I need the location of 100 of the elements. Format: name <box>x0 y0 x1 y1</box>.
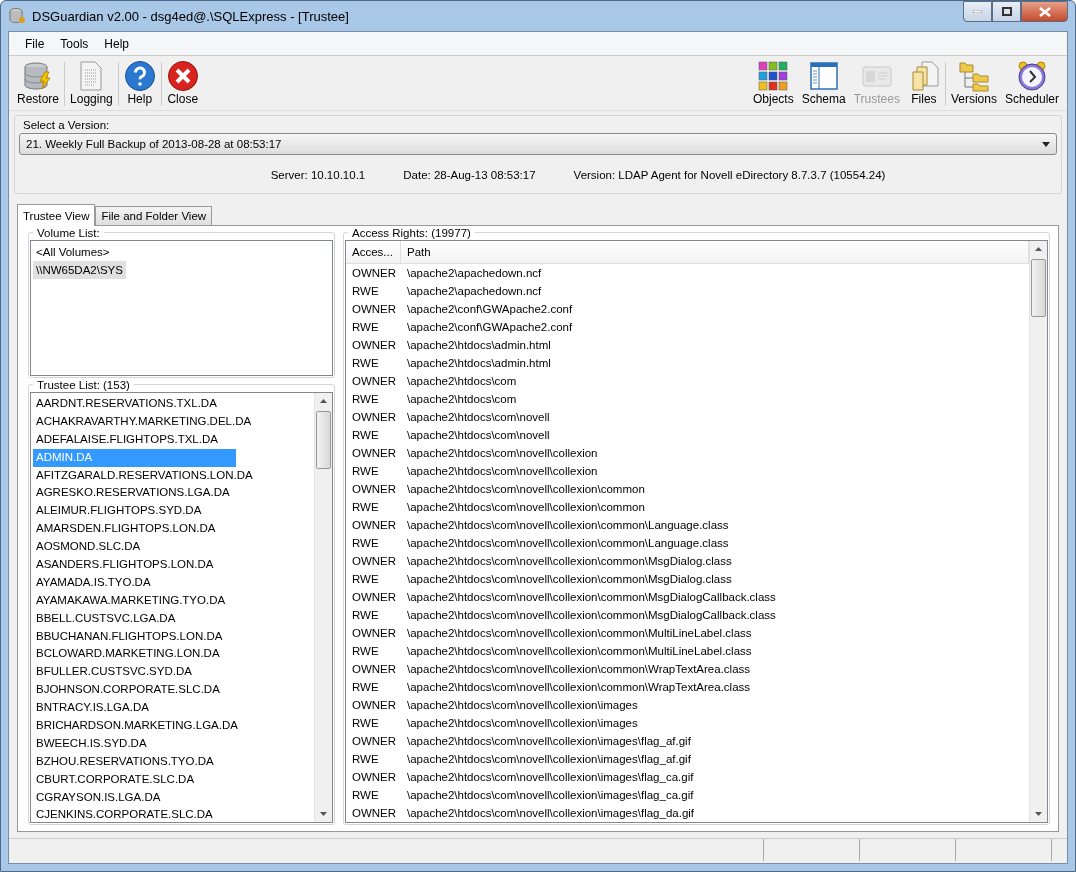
maximize-icon <box>1001 7 1012 16</box>
list-item[interactable]: BRICHARDSON.MARKETING.LGA.DA <box>33 717 241 735</box>
list-item[interactable]: <All Volumes> <box>33 243 113 261</box>
scroll-thumb[interactable] <box>316 411 331 469</box>
list-item[interactable]: BJOHNSON.CORPORATE.SLC.DA <box>33 681 236 700</box>
tab[interactable]: File and Folder View <box>95 206 213 225</box>
list-item[interactable]: BWEECH.IS.SYD.DA <box>33 734 236 753</box>
toolbar-button[interactable]: Versions <box>946 58 1001 110</box>
table-cell-text: \apache2\htdocs\com\novell\collexion\images\flag_ca.gif <box>406 770 695 785</box>
list-item[interactable]: BBUCHANAN.FLIGHTOPS.LON.DA <box>33 627 236 646</box>
table-cell-text: \apache2\htdocs\com\novell\collexion\common\MsgDialogCallback.class <box>406 590 777 605</box>
scrollbar[interactable] <box>314 393 332 822</box>
table-cell-text: \apache2\htdocs\com\novell\collexion\common <box>406 482 646 497</box>
table-cell-text: RWE <box>351 680 380 695</box>
alarm-clock-icon <box>1015 60 1048 92</box>
list-item[interactable]: ASANDERS.FLIGHTOPS.LON.DA <box>33 556 236 574</box>
toolbar-button[interactable]: Files <box>903 58 944 110</box>
version-label: Select a Version: <box>22 118 111 133</box>
toolbar-button[interactable]: Scheduler <box>1000 58 1063 110</box>
window-list-icon <box>807 60 840 92</box>
table-cell-text: OWNER <box>351 482 398 497</box>
menu-item[interactable]: Help <box>96 34 138 53</box>
table-cell-text: RWE <box>351 752 380 767</box>
group-label: Access Rights: (19977) <box>348 226 475 240</box>
folder-tree-icon <box>957 60 990 92</box>
maximize-button[interactable] <box>992 1 1021 22</box>
toolbar-button[interactable]: Help <box>119 58 160 110</box>
list-item[interactable]: CJENKINS.CORPORATE.SLC.DA <box>33 806 236 822</box>
table-cell-text: OWNER <box>351 518 398 533</box>
list-item[interactable]: AMARSDEN.FLIGHTOPS.LON.DA <box>33 520 236 539</box>
window-title: DSGuardian v2.00 - dsg4ed@.\SQLExpress - [Trustee] <box>32 8 349 24</box>
table-cell-text: OWNER <box>351 626 398 641</box>
list-item[interactable]: AFITZGARALD.RESERVATIONS.LON.DA <box>33 466 256 485</box>
toolbar-button[interactable]: Logging <box>66 58 117 110</box>
column-header[interactable]: Acces... <box>346 241 401 263</box>
list-item[interactable]: CBURT.CORPORATE.SLC.DA <box>33 770 236 789</box>
toolbar-button[interactable]: Objects <box>748 58 798 110</box>
table-cell-text: \apache2\htdocs\com\novell\collexion\common\MsgDialog.class <box>406 554 733 569</box>
table-cell-text: OWNER <box>351 266 398 281</box>
table-cell-text: \apache2\htdocs\com\novell\collexion\images <box>406 716 639 731</box>
list-item[interactable]: ACHAKRAVARTHY.MARKETING.DEL.DA <box>33 412 255 431</box>
table-cell-text: \apache2\apachedown.ncf <box>406 266 543 281</box>
menu-item[interactable]: File <box>17 34 53 53</box>
minimize-button[interactable] <box>963 1 992 22</box>
app-icon <box>8 7 26 25</box>
list-item[interactable]: AYAMADA.IS.TYO.DA <box>33 573 236 592</box>
table-cell-text: OWNER <box>351 338 398 353</box>
info-text: Version: LDAP Agent for Novell eDirectory 8.7.3.7 (10554.24) <box>573 169 886 181</box>
table-cell-text: \apache2\htdocs\com <box>406 374 518 389</box>
table-cell-text: \apache2\conf\GWApache2.conf <box>406 302 574 317</box>
toolbar-button[interactable]: Restore <box>13 58 64 110</box>
scroll-down-icon[interactable] <box>320 812 327 816</box>
minimize-icon <box>973 10 982 13</box>
scroll-up-icon[interactable] <box>1035 247 1042 251</box>
table-cell-text: \apache2\htdocs\admin.html <box>406 338 552 353</box>
scroll-down-icon[interactable] <box>1035 812 1042 816</box>
table-cell-text: \apache2\htdocs\com\novell\collexion\common\MsgDialog.class <box>406 572 733 587</box>
list-item[interactable]: ALEIMUR.FLIGHTOPS.SYD.DA <box>33 502 236 521</box>
list-item[interactable]: BCLOWARD.MARKETING.LON.DA <box>33 645 236 664</box>
scrollbar[interactable] <box>1029 241 1047 822</box>
toolbar-button[interactable]: Schema <box>797 58 850 110</box>
scroll-up-icon[interactable] <box>320 399 327 403</box>
scroll-thumb[interactable] <box>1031 259 1046 317</box>
table-cell-text: OWNER <box>351 302 398 317</box>
table-cell-text: \apache2\htdocs\com\novell\collexion\images\flag_ca.gif <box>406 788 695 803</box>
table-cell-text: \apache2\htdocs\com\novell\collexion\common\WrapTextArea.class <box>406 662 752 677</box>
table-cell-text: RWE <box>351 608 380 623</box>
table-cell-text: OWNER <box>351 770 398 785</box>
close-icon <box>166 60 199 92</box>
table-cell-text: OWNER <box>351 554 398 569</box>
list-item[interactable]: \\NW65DA2\SYS <box>33 261 126 279</box>
table-cell-text: OWNER <box>351 734 398 749</box>
table-cell-text: RWE <box>351 356 380 371</box>
list-item[interactable]: AYAMAKAWA.MARKETING.TYO.DA <box>33 591 236 610</box>
list-item[interactable]: BNTRACY.IS.LGA.DA <box>33 699 236 718</box>
close-button[interactable] <box>1021 1 1068 22</box>
color-grid-icon <box>757 60 790 92</box>
toolbar-button[interactable]: Close <box>162 58 203 110</box>
table-cell-text: OWNER <box>351 698 398 713</box>
tab[interactable]: Trustee View <box>17 204 96 226</box>
version-dropdown[interactable]: 21. Weekly Full Backup of 2013-08-28 at 08:53:17 <box>19 133 1057 155</box>
list-item[interactable]: AARDNT.RESERVATIONS.TXL.DA <box>33 395 236 413</box>
table-cell-text: RWE <box>351 284 380 299</box>
table-cell-text: RWE <box>351 788 380 803</box>
list-item[interactable]: BZHOU.RESERVATIONS.TYO.DA <box>33 752 236 771</box>
list-item[interactable]: AOSMOND.SLC.DA <box>33 538 236 556</box>
table-cell-text: \apache2\htdocs\com <box>406 392 518 407</box>
menu-item[interactable]: Tools <box>52 34 97 53</box>
list-item[interactable]: BBELL.CUSTSVC.LGA.DA <box>33 609 236 628</box>
list-item[interactable]: ADEFALAISE.FLIGHTOPS.TXL.DA <box>33 430 236 449</box>
table-cell-text: RWE <box>351 536 380 551</box>
table-cell-text: \apache2\conf\GWApache2.conf <box>406 320 574 335</box>
help-icon <box>123 60 156 92</box>
list-item[interactable]: BFULLER.CUSTSVC.SYD.DA <box>33 663 236 682</box>
list-item[interactable]: AGRESKO.RESERVATIONS.LGA.DA <box>33 484 236 503</box>
table-cell-text: RWE <box>351 428 380 443</box>
list-item[interactable]: CGRAYSON.IS.LGA.DA <box>33 788 236 807</box>
table-cell-text: \apache2\htdocs\com\novell\collexion\images\flag_af.gif <box>406 752 692 767</box>
table-cell-text: RWE <box>351 644 380 659</box>
table-cell-text: \apache2\htdocs\com\novell <box>406 428 551 443</box>
